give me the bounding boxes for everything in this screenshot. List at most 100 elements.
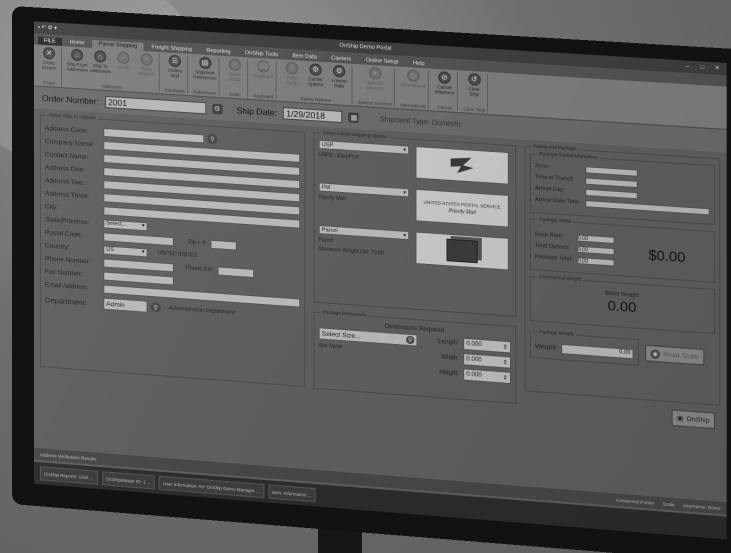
- ribbon-button-label: Special Services: [365, 79, 384, 92]
- ribbon-button[interactable]: ⚙ Carrier Options: [305, 63, 326, 98]
- ribbon-group: ⌂ Ship From Addresses ⌂ Ship To Addresses ✓ V…: [65, 48, 160, 93]
- ribbon-button-label: Close Screen: [41, 59, 57, 71]
- department-select[interactable]: Admin: [103, 297, 148, 313]
- ribbon-group-name: Clear Ship: [463, 106, 486, 113]
- phone-ext-label: Phone Ext.:: [186, 265, 215, 274]
- ribbon-group-items: ☰ Orders Grid: [165, 54, 185, 88]
- ribbon-button[interactable]: ✓ Verify: [113, 51, 133, 85]
- weight-input[interactable]: 0.00: [561, 343, 634, 359]
- ribbon-group-name: Rating Options: [300, 96, 331, 104]
- taskbar-item[interactable]: OnShipMaster ID: 1 ...: [101, 471, 155, 490]
- ribbon-button-label: Ship To Addresses: [89, 62, 111, 75]
- ribbon-icon: ◎: [228, 58, 241, 72]
- height-input[interactable]: 0.000 ⇕: [463, 368, 511, 385]
- monitor-bezel: ▪ ↶ ⚙ ▾ OnShip Demo Portal – □ ✕ FILE Ho…: [12, 6, 731, 553]
- restore-button[interactable]: □: [697, 64, 708, 71]
- phone-ext-input[interactable]: [217, 265, 255, 278]
- package-row: Parcel ▾ Parcel Maximum Weight Lbs: 70.00: [318, 224, 511, 271]
- width-input[interactable]: 0.000 ⇕: [463, 353, 511, 369]
- spinner-icon[interactable]: ⇕: [503, 374, 508, 382]
- ribbon-button-label: Cancel Shipment: [434, 84, 455, 96]
- ribbon-button-label: Rate Shop: [286, 74, 298, 86]
- ribbon-group-name: Scale: [229, 91, 241, 98]
- ribbon-icon: ↺: [467, 72, 481, 86]
- ribbon-icon: ✕: [42, 46, 56, 60]
- ribbon-button[interactable]: ⌨ Keyboard: [253, 60, 273, 95]
- postal-code-label: Postal Code:: [45, 228, 83, 239]
- ribbon-button[interactable]: $ Rate Shop: [282, 61, 302, 97]
- quick-access-icons[interactable]: ▪ ↶ ⚙ ▾: [38, 25, 57, 32]
- close-button[interactable]: ✕: [712, 65, 723, 72]
- weight-label: Weight:: [534, 342, 558, 352]
- ribbon-button[interactable]: ◎ Scale Setup: [225, 58, 245, 93]
- minimize-button[interactable]: –: [682, 63, 693, 70]
- ribbon-icon: ⌂: [71, 48, 84, 62]
- carrier-title: Select Carrier Shipping Options: [320, 129, 390, 140]
- ribbon-button[interactable]: ⚙ Lowest Rate: [329, 64, 350, 99]
- department-label: Department:: [45, 294, 87, 307]
- package-value: Parcel: [321, 226, 338, 234]
- ribbon-group: ↺ Clear Ship Clear Ship: [461, 72, 489, 113]
- search-icon[interactable]: ⚲: [406, 335, 415, 345]
- onship-button[interactable]: ▣ OnShip: [671, 409, 715, 430]
- ribbon-group-items: ▤ Shipment References: [193, 56, 217, 91]
- carrier-value: USP: [321, 141, 334, 149]
- ribbon-icon: ▤: [198, 56, 211, 70]
- department-lookup-icon[interactable]: ⚲: [150, 301, 161, 313]
- company-label: Company Name:: [45, 137, 94, 148]
- ribbon-button[interactable]: ⌂ Ship From Addresses: [66, 48, 88, 82]
- service-value: PM: [321, 184, 331, 191]
- onship-label: OnShip: [686, 415, 710, 425]
- ribbon-button[interactable]: ◍ International: [400, 69, 426, 104]
- read-scale-button[interactable]: ◉ Read Scale: [645, 344, 704, 366]
- ribbon-button[interactable]: ✎ Save Address: [137, 52, 157, 87]
- ship-date-input[interactable]: 1/29/2018: [283, 107, 343, 124]
- ribbon-group-name: Cancel: [437, 104, 452, 111]
- priority-logo-text: Priority Mail: [448, 207, 476, 216]
- total-options-value: 0.00: [576, 245, 615, 255]
- taskbar-item[interactable]: User Information: NY OnShip Demo Manager…: [158, 475, 264, 499]
- ribbon-group-items: ✕ Close Screen: [39, 46, 59, 81]
- ribbon-icon: $: [285, 61, 299, 75]
- ribbon-button[interactable]: ↺ Clear Ship: [464, 72, 485, 108]
- ribbon-icon: ✓: [117, 51, 130, 65]
- photo-background: ▪ ↶ ⚙ ▾ OnShip Demo Portal – □ ✕ FILE Ho…: [0, 0, 731, 553]
- tab-home[interactable]: Home: [64, 38, 91, 48]
- chevron-down-icon: ▾: [141, 249, 145, 256]
- spinner-icon[interactable]: ⇕: [503, 358, 508, 366]
- tab-help[interactable]: Help: [407, 59, 431, 69]
- ribbon-button[interactable]: ⌂ Ship To Addresses: [89, 50, 111, 84]
- ribbon-group-name: Special Services: [357, 99, 392, 107]
- ribbon-button-label: Verify: [117, 64, 130, 71]
- zip4-input[interactable]: [209, 239, 237, 251]
- spinner-icon[interactable]: ⇕: [503, 343, 508, 351]
- base-rate-label: Base Rate:: [534, 231, 564, 240]
- arrival-day-label: Arrival Day:: [534, 185, 565, 194]
- usps-eagle-logo: [415, 146, 509, 185]
- status-scale: Scale: [662, 500, 675, 507]
- arrival-day-value: [585, 188, 638, 199]
- ribbon-group-name: References: [193, 89, 217, 96]
- lookup-icon[interactable]: ⚙: [212, 103, 223, 115]
- ribbon-icon: ★: [368, 66, 381, 80]
- taskbar-item[interactable]: OnShip Reports: 1024 ...: [39, 466, 98, 485]
- ribbon-button-label: Lowest Rate: [331, 77, 347, 89]
- service-row: PM ▾ Priority Mail UNITED STATES POSTAL S…: [318, 182, 511, 228]
- ribbon-button[interactable]: ▤ Shipment References: [193, 56, 217, 91]
- tab-file[interactable]: FILE: [37, 36, 62, 47]
- ribbon-button[interactable]: ★ Special Services: [365, 66, 386, 102]
- address-lookup-icon[interactable]: ⚲: [207, 133, 218, 145]
- ribbon-button[interactable]: ☰ Orders Grid: [165, 54, 185, 88]
- ribbon-button[interactable]: ⊘ Cancel Shipment: [434, 71, 455, 106]
- package-weight-panel: Package Weight Weight: 0.00: [529, 328, 639, 366]
- state-select[interactable]: Select... ▾: [103, 218, 148, 231]
- read-scale-label: Read Scale: [663, 350, 699, 361]
- order-number-input[interactable]: 2001: [104, 95, 207, 115]
- calendar-icon[interactable]: ▦: [348, 112, 360, 124]
- country-select[interactable]: US ▾: [103, 244, 148, 257]
- state-value: Select...: [106, 220, 127, 228]
- taskbar-item[interactable]: Item: Information ...: [268, 484, 316, 503]
- ribbon-button[interactable]: ✕ Close Screen: [39, 46, 59, 81]
- address-code-label: Address Code:: [45, 124, 89, 135]
- length-input[interactable]: 0.000 ⇕: [463, 337, 511, 354]
